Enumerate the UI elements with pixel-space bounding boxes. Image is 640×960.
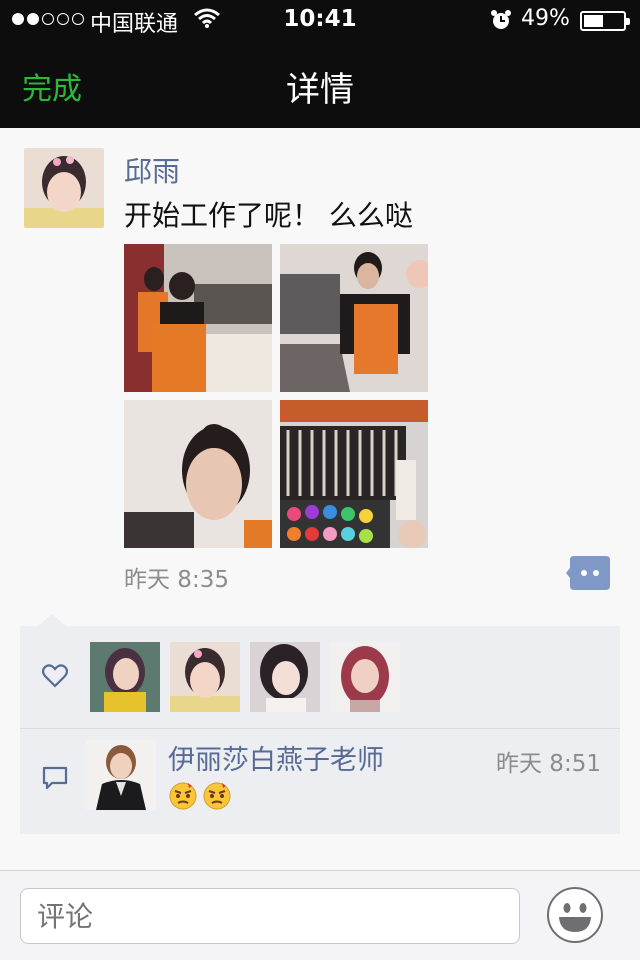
heart-icon: [42, 664, 68, 688]
commenter-name[interactable]: 伊丽莎白燕子老师: [168, 738, 384, 777]
author-name[interactable]: 邱雨: [124, 150, 180, 190]
liker-avatar[interactable]: [170, 642, 240, 712]
author-avatar[interactable]: [24, 148, 104, 228]
panel-pointer: [38, 614, 66, 626]
post-time: 昨天 8:35: [124, 567, 229, 593]
comment-time: 昨天 8:51: [496, 751, 601, 777]
top-bar: 中国联通 10:41 49% 完成 详情: [0, 0, 640, 128]
emoji-picker-icon[interactable]: [546, 886, 604, 944]
post-text: 开始工作了呢！ 么么哒: [124, 199, 413, 232]
angry-emoji-icon: [203, 782, 231, 810]
post-photo[interactable]: [124, 244, 272, 392]
comment-icon: [42, 766, 68, 790]
comment-input[interactable]: [20, 888, 520, 944]
post-photo[interactable]: [280, 244, 428, 392]
angry-emoji-icon: [169, 782, 197, 810]
status-bar: 中国联通 10:41 49%: [0, 0, 640, 40]
battery-icon: [580, 11, 630, 31]
alarm-icon: [491, 10, 511, 29]
liker-avatar[interactable]: [330, 642, 400, 712]
post-photo[interactable]: [280, 400, 428, 548]
post-photo[interactable]: [124, 400, 272, 548]
liker-avatar[interactable]: [90, 642, 160, 712]
page-title: 详情: [286, 70, 354, 110]
battery-percent: 49%: [521, 6, 570, 31]
photo-grid: [124, 244, 430, 550]
battery-level: [584, 15, 603, 27]
commenter-avatar[interactable]: [86, 740, 156, 810]
like-avatars: [90, 642, 400, 712]
liker-avatar[interactable]: [250, 642, 320, 712]
divider: [20, 728, 620, 729]
comment-action-icon[interactable]: [566, 556, 610, 590]
comment-content: [168, 780, 232, 810]
